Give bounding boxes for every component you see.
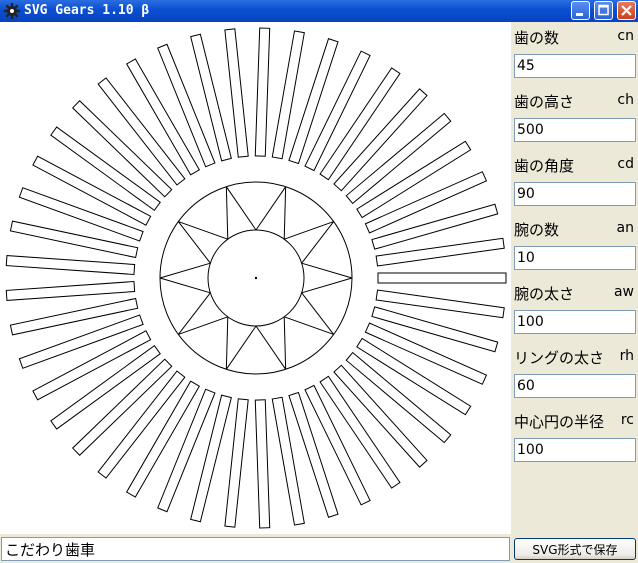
param-code-cn: cn <box>617 28 634 44</box>
param-code-aw: aw <box>613 284 634 300</box>
arm-line <box>178 221 228 240</box>
arm-line <box>301 221 335 264</box>
gear-tooth <box>5 280 136 301</box>
minimize-button[interactable] <box>571 1 590 20</box>
param-input-cd[interactable] <box>514 182 636 206</box>
maximize-button[interactable] <box>594 1 613 20</box>
param-label-aw: 腕の太さ <box>514 285 575 303</box>
gear-name-field[interactable] <box>1 537 510 561</box>
window-title: SVG Gears 1.10 β <box>24 3 150 18</box>
gear-tooth <box>254 27 271 157</box>
param-code-rh: rh <box>619 348 634 364</box>
param-input-an[interactable] <box>514 246 636 270</box>
gear-tooth <box>254 399 271 529</box>
minimize-icon <box>576 13 583 16</box>
arm-line <box>301 277 353 294</box>
param-input-rc[interactable] <box>514 438 636 462</box>
param-code-ch: ch <box>617 92 634 108</box>
param-label-rc: 中心円の半径 <box>514 413 605 431</box>
param-code-an: an <box>616 220 634 236</box>
gear-drawing <box>5 27 507 529</box>
arm-line <box>283 186 287 240</box>
parameter-panel: 歯の数 cn 歯の高さ ch 歯の角度 cd 腕の数 an 腕の太さ aw リングの太さ rh 中心円の… <box>511 22 638 534</box>
param-label-cd: 歯の角度 <box>514 157 575 175</box>
arm-line <box>283 316 287 370</box>
arm-line <box>225 316 229 370</box>
param-label-ch: 歯の高さ <box>514 93 575 111</box>
param-input-cn[interactable] <box>514 54 636 78</box>
param-label-an: 腕の数 <box>514 221 560 239</box>
param-code-rc: rc <box>620 412 634 428</box>
param-input-aw[interactable] <box>514 310 636 334</box>
close-icon <box>621 5 632 16</box>
param-input-ch[interactable] <box>514 118 636 142</box>
param-label-rh: リングの太さ <box>514 349 605 367</box>
arm-line <box>284 316 334 335</box>
arm-line <box>225 325 257 370</box>
close-button[interactable] <box>617 1 636 20</box>
title-bar[interactable]: SVG Gears 1.10 β <box>0 0 638 22</box>
save-svg-button[interactable]: SVG形式で保存 <box>514 538 636 560</box>
center-point <box>254 276 258 280</box>
bottom-bar: SVG形式で保存 <box>0 534 638 563</box>
arm-line <box>255 186 287 231</box>
param-label-cn: 歯の数 <box>514 29 560 47</box>
gear-tooth <box>5 255 136 276</box>
arm-line <box>177 221 211 264</box>
arm-line <box>177 292 211 335</box>
arm-line <box>178 316 228 335</box>
param-input-rh[interactable] <box>514 374 636 398</box>
gear-tooth <box>224 398 249 528</box>
arm-line <box>225 186 257 231</box>
maximize-icon <box>598 4 609 16</box>
gear-tooth <box>377 272 507 284</box>
arm-line <box>159 277 211 294</box>
arm-line <box>255 325 287 370</box>
arm-line <box>301 292 335 335</box>
gear-canvas[interactable] <box>0 22 511 534</box>
arm-line <box>301 262 353 279</box>
arm-line <box>159 262 211 279</box>
gear-icon <box>4 3 20 19</box>
arm-line <box>284 221 334 240</box>
gear-tooth <box>224 28 249 158</box>
param-code-cd: cd <box>617 156 634 172</box>
arm-line <box>225 186 229 240</box>
